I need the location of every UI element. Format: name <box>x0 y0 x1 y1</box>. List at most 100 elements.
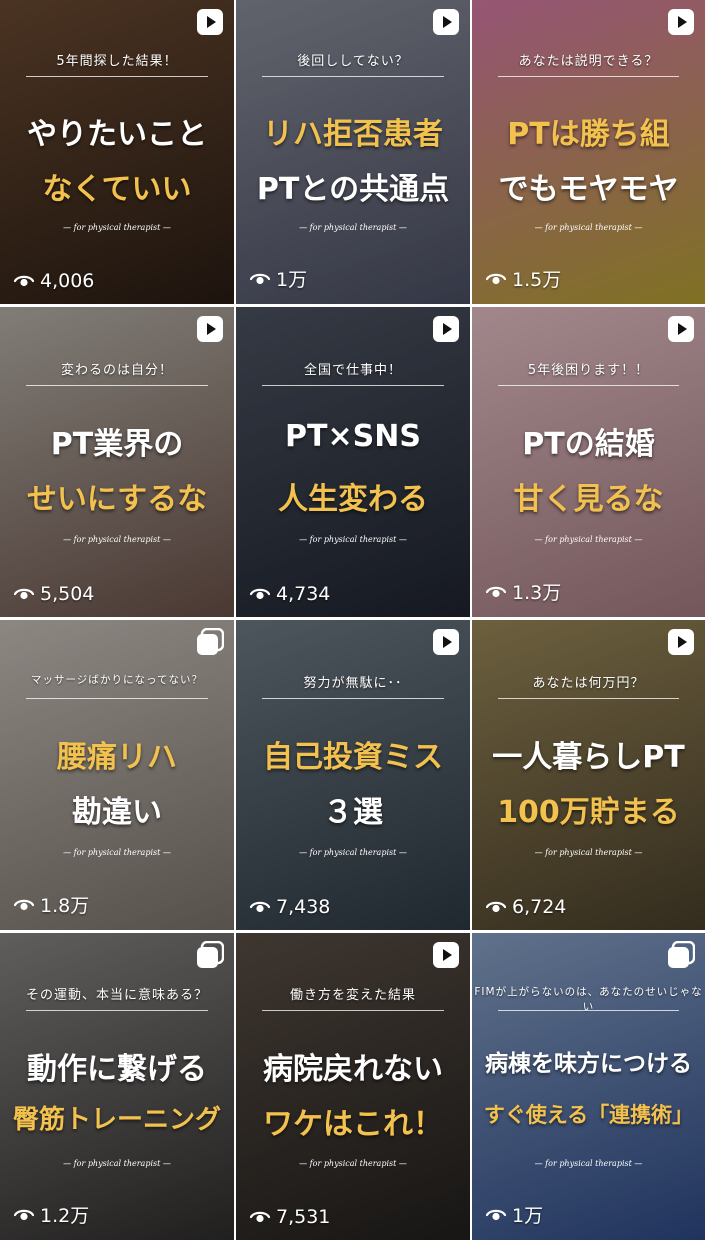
caption-divider <box>262 698 444 699</box>
view-count-value: 1万 <box>512 1205 544 1227</box>
post-caption: 働き方を変えた結果 <box>289 988 416 1003</box>
caption-divider <box>262 1010 444 1011</box>
headline-line-2: 人生変わる <box>278 482 428 517</box>
view-count: 5,504 <box>14 583 94 605</box>
caption-divider <box>26 76 208 77</box>
post-tile[interactable]: あなたは何万円？ 一人暮らしPT 100万貯まる — for physical the… <box>472 620 705 930</box>
view-count: 1万 <box>486 1201 543 1228</box>
view-count: 4,006 <box>14 270 94 292</box>
post-caption: 5年間探した結果！ <box>56 54 178 69</box>
tagline: — for physical therapist — <box>534 535 643 544</box>
headline-line-1: 動作に繋げる <box>27 1052 207 1087</box>
post-tile[interactable]: 変わるのは自分！ PT業界のせいにするな — for physical therap… <box>0 307 234 617</box>
reel-icon <box>433 316 459 342</box>
eye-icon <box>486 1209 506 1220</box>
view-count: 7,531 <box>250 1206 330 1228</box>
eye-icon <box>14 588 34 600</box>
view-count: 1.3万 <box>486 578 561 605</box>
headline-line-1: 病棟を味方につける <box>485 1051 692 1077</box>
eye-icon <box>14 1209 34 1220</box>
thumbnail-overlay <box>236 307 470 617</box>
post-tile[interactable]: 働き方を変えた結果 病院戻れない ワケはこれ！ — for physical ther… <box>236 933 470 1240</box>
caption-divider <box>498 76 679 77</box>
view-count-value: 1.2万 <box>40 1205 90 1227</box>
post-caption: 努力が無駄に･･ <box>303 676 403 691</box>
reel-icon <box>433 9 459 35</box>
view-count: 7,438 <box>250 896 330 918</box>
tagline: — for physical therapist — <box>534 1159 643 1168</box>
post-caption: あなたは説明できる？ <box>518 54 659 69</box>
view-count: 1.5万 <box>486 265 561 292</box>
headline-line-1: PTの結婚 <box>522 427 655 462</box>
headline-line-2: 甘く見るな <box>513 482 664 517</box>
post-tile[interactable]: その運動、本当に意味ある？ 動作に繋げる 臀筋トレーニング — for physica… <box>0 933 234 1240</box>
reel-icon <box>668 316 694 342</box>
post-caption: その運動、本当に意味ある？ <box>25 988 208 1003</box>
headline-line-1: PT業界の <box>50 427 184 462</box>
post-tile[interactable]: 努力が無駄に･･ 自己投資ミス ３選 — for physical therapist… <box>236 620 470 930</box>
tagline: — for physical therapist — <box>63 223 171 232</box>
headline-line-1: 病院戻れない <box>263 1052 443 1087</box>
post-caption: 全国で仕事中！ <box>303 363 402 378</box>
view-count-value: 1.5万 <box>512 269 562 291</box>
headline-line-2: 勘違い <box>72 795 162 830</box>
post-tile[interactable]: 5年後困ります！！ PTの結婚甘く見るな — for physical therap… <box>472 307 705 617</box>
view-count-value: 1.8万 <box>40 895 90 917</box>
view-count-value: 1万 <box>276 269 308 291</box>
headline-line-1: やりたいこと <box>27 117 207 152</box>
tagline: — for physical therapist — <box>299 848 407 857</box>
caption-divider <box>498 385 679 386</box>
tagline: — for physical therapist — <box>299 535 407 544</box>
view-count-value: 7,531 <box>276 1206 331 1228</box>
tagline: — for physical therapist — <box>63 535 171 544</box>
view-count-value: 4,734 <box>276 583 331 605</box>
post-tile[interactable]: FIMが上がらないのは、あなたのせいじゃない 病棟を味方につける すぐ使える「連携術… <box>472 933 705 1240</box>
thumbnail-overlay <box>472 933 705 1240</box>
view-count: 1.2万 <box>14 1201 89 1228</box>
post-tile[interactable]: 全国で仕事中！ PT×SNS 人生変わる — for physical therapi… <box>236 307 470 617</box>
headline-line-1: 一人暮らしPT <box>492 740 685 775</box>
carousel-icon <box>197 941 224 968</box>
headline-line-2: PTとの共通点 <box>256 172 450 207</box>
view-count: 6,724 <box>486 896 566 918</box>
tagline: — for physical therapist — <box>299 1159 407 1168</box>
tagline: — for physical therapist — <box>534 848 643 857</box>
view-count: 4,734 <box>250 583 330 605</box>
headline-line-1: リハ拒否患者 <box>263 117 443 152</box>
reel-icon <box>433 629 459 655</box>
view-count-value: 1.3万 <box>512 582 562 604</box>
reel-icon <box>197 9 223 35</box>
tagline: — for physical therapist — <box>299 223 407 232</box>
headline-line-1: 自己投資ミス <box>263 740 443 775</box>
eye-icon <box>250 1211 270 1223</box>
headline-line-2: せいにするな <box>26 482 208 517</box>
headline-line-2: ３選 <box>323 795 383 830</box>
post-tile[interactable]: 5年間探した結果！ やりたいこと なくていい — for physical thera… <box>0 0 234 304</box>
tagline: — for physical therapist — <box>63 1159 171 1168</box>
eye-icon <box>250 588 270 600</box>
post-caption: 5年後困ります！！ <box>527 363 650 378</box>
eye-icon <box>14 899 34 910</box>
eye-icon <box>14 275 34 287</box>
view-count: 1.8万 <box>14 891 89 918</box>
post-caption: マッサージばかりになってない？ <box>31 674 203 686</box>
reel-icon <box>433 942 459 968</box>
carousel-icon <box>197 628 224 655</box>
caption-divider <box>262 76 444 77</box>
tagline: — for physical therapist — <box>63 848 171 857</box>
post-caption: 変わるのは自分！ <box>60 363 173 378</box>
caption-divider <box>26 385 208 386</box>
reel-icon <box>668 629 694 655</box>
headline-line-1: PTは勝ち組 <box>507 117 670 152</box>
headline-line-2: すぐ使える「連携術」 <box>483 1103 694 1127</box>
carousel-icon <box>668 941 695 968</box>
reels-grid: 5年間探した結果！ やりたいこと なくていい — for physical thera… <box>0 0 705 1240</box>
post-tile[interactable]: あなたは説明できる？ PTは勝ち組 でもモヤモヤ — for physical the… <box>472 0 705 304</box>
post-tile[interactable]: マッサージばかりになってない？ 腰痛リハ 勘違い — for physical the… <box>0 620 234 930</box>
headline-line-1: PT×SNS <box>285 419 421 454</box>
tagline: — for physical therapist — <box>534 223 643 232</box>
headline-line-2: 100万貯まる <box>497 795 680 830</box>
post-tile[interactable]: 後回ししてない？ リハ拒否患者 PTとの共通点 — for physical ther… <box>236 0 470 304</box>
reel-icon <box>668 9 694 35</box>
post-caption: 後回ししてない？ <box>297 54 409 69</box>
